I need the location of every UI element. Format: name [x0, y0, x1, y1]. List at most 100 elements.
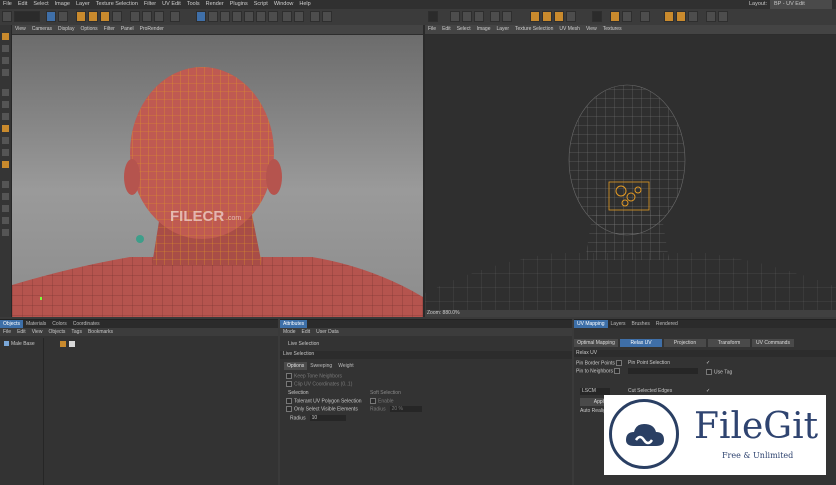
workplane-icon[interactable] [268, 11, 278, 22]
optimal-mapping-button[interactable]: Optimal Mapping [574, 339, 618, 347]
object-name[interactable]: Male Base [11, 341, 35, 347]
uv-scene[interactable] [425, 35, 836, 310]
objects-menu-bookmarks[interactable]: Bookmarks [85, 328, 116, 336]
shape-tool-icon[interactable] [2, 205, 9, 212]
menu-uv-edit[interactable]: UV Edit [159, 0, 184, 9]
uv-tag-icon[interactable] [60, 341, 66, 347]
move-tool-icon[interactable] [2, 33, 9, 40]
tab-attributes[interactable]: Attributes [280, 320, 308, 328]
render-picture-icon[interactable] [142, 11, 152, 22]
pin-neighbors-row[interactable]: Pin to Neighbors [576, 368, 622, 375]
uv-grid-icon[interactable] [530, 11, 540, 22]
only-visible-checkbox[interactable] [286, 406, 292, 412]
tolerant-row[interactable]: Tolerant UV Polygon Selection [286, 398, 362, 405]
clone-tool-icon[interactable] [2, 113, 9, 120]
polygons-mode-icon[interactable] [220, 11, 230, 22]
vp-menu-cameras[interactable]: Cameras [29, 25, 55, 34]
uv-menu-view[interactable]: View [583, 25, 600, 34]
keep-neighbors-checkbox[interactable] [286, 373, 292, 379]
axis-icon[interactable] [112, 11, 122, 22]
transform-button[interactable]: Transform [708, 339, 750, 347]
menu-help[interactable]: Help [296, 0, 313, 9]
eyedropper-tool-icon[interactable] [2, 181, 9, 188]
attr-menu-mode[interactable]: Mode [280, 328, 299, 336]
vp-menu-options[interactable]: Options [77, 25, 100, 34]
layout-dropdown[interactable]: BP - UV Edit [770, 0, 832, 9]
objects-menu-edit[interactable]: Edit [14, 328, 29, 336]
vp-menu-display[interactable]: Display [55, 25, 77, 34]
pin-border-checkbox[interactable] [616, 360, 623, 366]
scale-tool-icon[interactable] [2, 45, 9, 52]
uv-menu-uv-mesh[interactable]: UV Mesh [556, 25, 583, 34]
tab-objects[interactable]: Objects [0, 320, 23, 328]
uv-move-icon[interactable] [450, 11, 460, 22]
uv-menu-file[interactable]: File [425, 25, 439, 34]
vp-menu-view[interactable]: View [12, 25, 29, 34]
uv-flip-icon[interactable] [554, 11, 564, 22]
uv-select-icon[interactable] [490, 11, 500, 22]
uv-menu-texture-selection[interactable]: Texture Selection [512, 25, 556, 34]
material-tag-icon[interactable] [69, 341, 75, 347]
menu-texture-selection[interactable]: Texture Selection [93, 0, 141, 9]
pin-selection-field[interactable] [628, 368, 698, 374]
points-mode-icon[interactable] [196, 11, 206, 22]
uv-commands-button[interactable]: UV Commands [752, 339, 794, 347]
keep-neighbors-row[interactable]: Keep Tone Neighbors [286, 373, 342, 380]
method-dropdown[interactable]: LSCM [580, 388, 610, 395]
uv-points-icon[interactable] [232, 11, 242, 22]
clip-uv-row[interactable]: Clip UV Coordinates (0..1) [286, 381, 352, 388]
uv-scale-icon[interactable] [462, 11, 472, 22]
live-selection-icon[interactable] [46, 11, 56, 22]
menu-image[interactable]: Image [52, 0, 73, 9]
text-tool-icon[interactable] [2, 193, 9, 200]
tab-colors[interactable]: Colors [49, 320, 69, 328]
menu-window[interactable]: Window [271, 0, 297, 9]
tab-coordinates[interactable]: Coordinates [70, 320, 103, 328]
uv-checker-icon[interactable] [428, 11, 438, 22]
menu-render[interactable]: Render [203, 0, 227, 9]
tab-brushes[interactable]: Brushes [629, 320, 653, 328]
menu-layer[interactable]: Layer [73, 0, 93, 9]
uv-settings-icon[interactable] [718, 11, 728, 22]
object-row[interactable]: Male Base [4, 341, 35, 348]
radius-field[interactable]: 10 [309, 415, 346, 421]
edges-mode-icon[interactable] [208, 11, 218, 22]
redo-icon[interactable] [14, 11, 40, 22]
relax-uv-button[interactable]: Relax UV [620, 339, 662, 347]
eraser-tool-icon[interactable] [2, 101, 9, 108]
uv-weld-icon[interactable] [610, 11, 620, 22]
attr-menu-user-data[interactable]: User Data [313, 328, 342, 336]
render-view-icon[interactable] [130, 11, 140, 22]
pin-point-selection-row[interactable]: Pin Point Selection [628, 360, 670, 367]
menu-select[interactable]: Select [30, 0, 51, 9]
viewport-3d-scene[interactable]: FILECR .com [12, 35, 423, 317]
subtab-options[interactable]: Options [284, 362, 308, 370]
vp-menu-prorender[interactable]: ProRender [137, 25, 167, 34]
cube-icon[interactable] [170, 11, 180, 22]
uv-menu-textures[interactable]: Textures [600, 25, 625, 34]
scale-icon[interactable] [76, 11, 86, 22]
uv-menu-layer[interactable]: Layer [494, 25, 513, 34]
snap-icon[interactable] [100, 11, 110, 22]
tab-uv-mapping[interactable]: UV Mapping [574, 320, 608, 328]
clip-uv-checkbox[interactable] [286, 381, 292, 387]
tab-layers[interactable]: Layers [608, 320, 629, 328]
uv-rotate-icon[interactable] [474, 11, 484, 22]
crop-tool-icon[interactable] [2, 229, 9, 236]
use-tag-row[interactable]: Use Tag [706, 369, 732, 376]
uv-pack-icon[interactable] [664, 11, 674, 22]
uv-close-icon[interactable] [592, 11, 602, 22]
pin-point-selection-check[interactable]: ✓ [706, 360, 710, 367]
cut-edges-check[interactable]: ✓ [706, 388, 710, 395]
subtab-sweeping[interactable]: Sweeping [307, 362, 335, 370]
menu-file[interactable]: File [0, 0, 15, 9]
magnet-tool-icon[interactable] [2, 69, 9, 76]
only-visible-row[interactable]: Only Select Visible Elements [286, 406, 358, 413]
uv-stitch-icon[interactable] [622, 11, 632, 22]
subtab-weight[interactable]: Weight [335, 362, 356, 370]
uv-polygons-icon[interactable] [244, 11, 254, 22]
vp-menu-panel[interactable]: Panel [118, 25, 137, 34]
menu-edit[interactable]: Edit [15, 0, 30, 9]
rotate-tool-icon[interactable] [2, 57, 9, 64]
paint-tool-icon[interactable] [2, 89, 9, 96]
